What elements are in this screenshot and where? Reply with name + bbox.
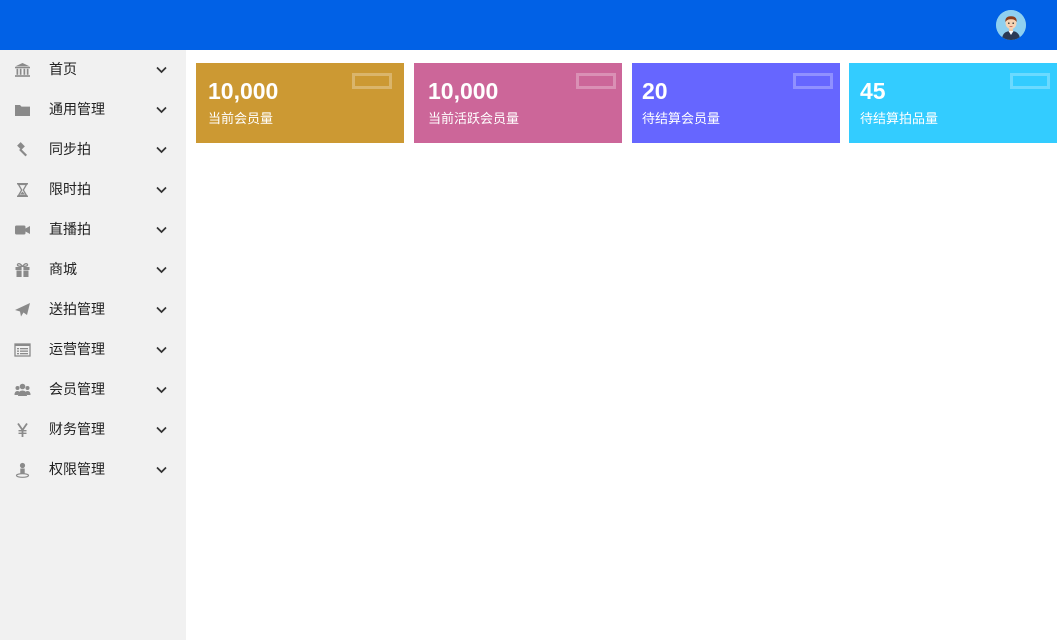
card-decoration-icon xyxy=(352,73,392,89)
video-camera-icon xyxy=(14,222,31,238)
sidebar-item-label: 财务管理 xyxy=(49,422,105,438)
sidebar-item-label: 会员管理 xyxy=(49,382,105,398)
sidebar-item-label: 权限管理 xyxy=(49,462,105,478)
chevron-down-icon xyxy=(155,344,168,356)
stat-card-pending-settlement-lots[interactable]: 45 待结算拍品量 xyxy=(849,63,1057,143)
sidebar-item-mall[interactable]: 商城 xyxy=(0,250,186,290)
stat-value: 10,000 xyxy=(428,78,499,104)
folder-icon xyxy=(14,102,31,118)
bank-icon xyxy=(14,62,31,78)
sidebar-item-timed-auction[interactable]: 限时拍 xyxy=(0,170,186,210)
sidebar-menu: 首页 通用管理 同步拍 限时拍 直播拍 商城 送拍管理 运营管理 会员管理 财务… xyxy=(0,50,186,640)
stat-value: 20 xyxy=(642,78,668,104)
chevron-down-icon xyxy=(155,144,168,156)
sidebar-item-label: 运营管理 xyxy=(49,342,105,358)
sidebar-item-consignment-management[interactable]: 送拍管理 xyxy=(0,290,186,330)
gavel-icon xyxy=(14,142,31,158)
chevron-down-icon xyxy=(155,384,168,396)
chevron-down-icon xyxy=(155,264,168,276)
sidebar-item-permission-management[interactable]: 权限管理 xyxy=(0,450,186,490)
sidebar-item-live-auction[interactable]: 直播拍 xyxy=(0,210,186,250)
stat-card-active-members[interactable]: 10,000 当前活跃会员量 xyxy=(414,63,622,143)
stat-label: 待结算会员量 xyxy=(642,112,721,127)
card-decoration-icon xyxy=(1010,73,1050,89)
users-icon xyxy=(14,382,31,398)
sidebar-item-member-management[interactable]: 会员管理 xyxy=(0,370,186,410)
sidebar-item-label: 同步拍 xyxy=(49,142,91,158)
stat-card-current-members[interactable]: 10,000 当前会员量 xyxy=(196,63,404,143)
card-decoration-icon xyxy=(793,73,833,89)
sidebar-item-general-management[interactable]: 通用管理 xyxy=(0,90,186,130)
sidebar-item-operations-management[interactable]: 运营管理 xyxy=(0,330,186,370)
chevron-down-icon xyxy=(155,224,168,236)
sidebar-item-label: 限时拍 xyxy=(49,182,91,198)
stat-value: 45 xyxy=(860,78,886,104)
chevron-down-icon xyxy=(155,304,168,316)
stat-value: 10,000 xyxy=(208,78,279,104)
sidebar-item-label: 商城 xyxy=(49,262,77,278)
sidebar-item-label: 通用管理 xyxy=(49,102,105,118)
sidebar-item-label: 送拍管理 xyxy=(49,302,105,318)
sidebar-item-home[interactable]: 首页 xyxy=(0,50,186,90)
sidebar-item-label: 直播拍 xyxy=(49,222,91,238)
yen-icon xyxy=(14,422,31,438)
sidebar-item-label: 首页 xyxy=(49,62,77,78)
stat-label: 待结算拍品量 xyxy=(860,112,939,127)
chevron-down-icon xyxy=(155,424,168,436)
user-lock-icon xyxy=(14,462,31,478)
chevron-down-icon xyxy=(155,64,168,76)
chevron-down-icon xyxy=(155,184,168,196)
stat-card-pending-settlement-members[interactable]: 20 待结算会员量 xyxy=(632,63,840,143)
list-alt-icon xyxy=(14,342,31,358)
stat-label: 当前会员量 xyxy=(208,112,274,127)
hourglass-icon xyxy=(14,182,31,198)
sidebar-item-finance-management[interactable]: 财务管理 xyxy=(0,410,186,450)
stat-label: 当前活跃会员量 xyxy=(428,112,520,127)
top-header-bar xyxy=(0,0,1057,50)
chevron-down-icon xyxy=(155,104,168,116)
sidebar-item-sync-auction[interactable]: 同步拍 xyxy=(0,130,186,170)
chevron-down-icon xyxy=(155,464,168,476)
gift-icon xyxy=(14,262,31,278)
card-decoration-icon xyxy=(576,73,616,89)
user-avatar-icon[interactable] xyxy=(996,10,1026,40)
paper-plane-icon xyxy=(14,302,31,318)
main-content: 10,000 当前会员量 10,000 当前活跃会员量 20 待结算会员量 45… xyxy=(186,50,1057,640)
